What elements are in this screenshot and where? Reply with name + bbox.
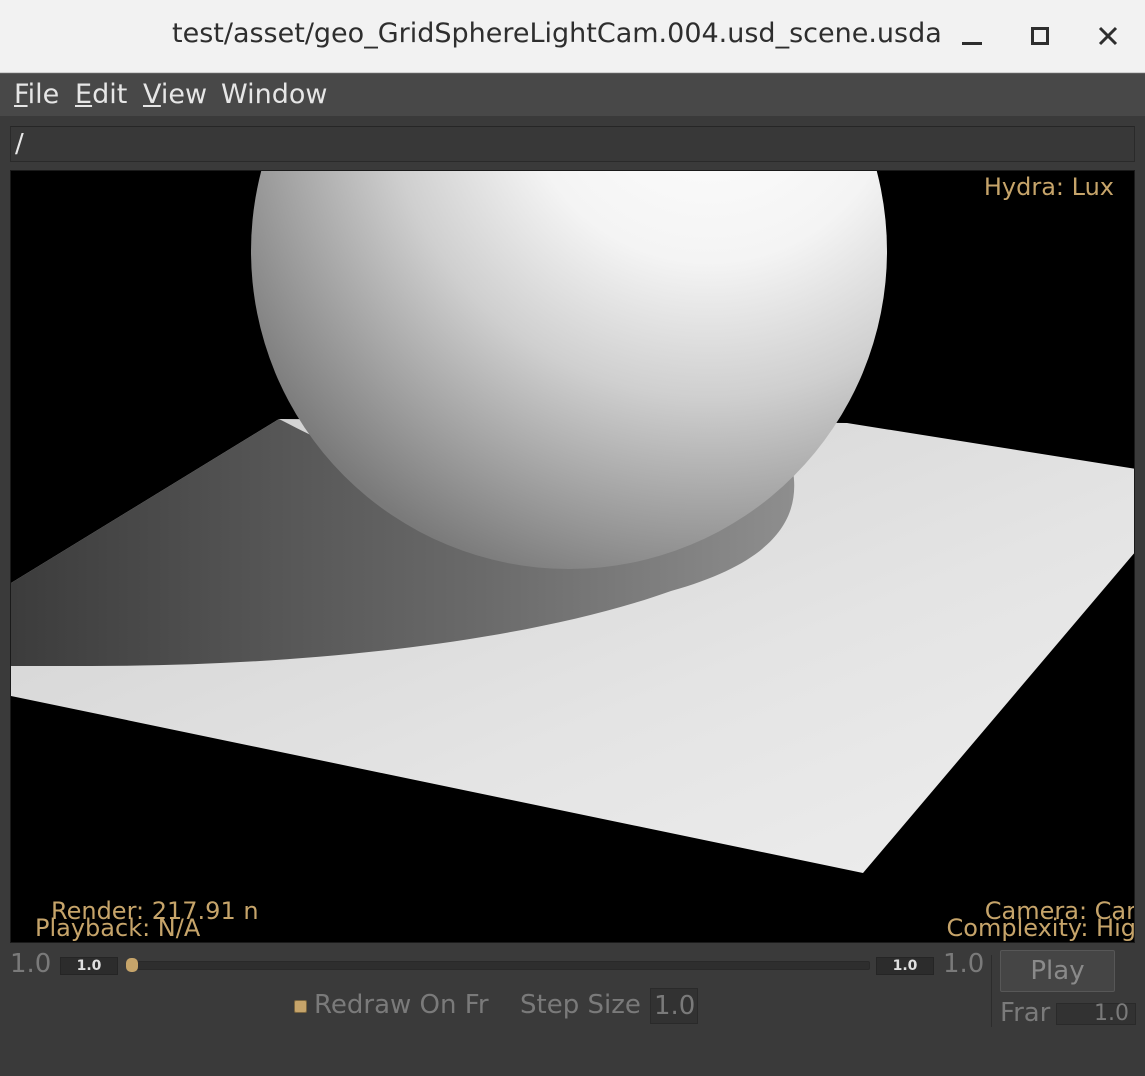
window-title: test/asset/geo_GridSphereLightCam.004.us… xyxy=(172,18,942,49)
prim-path-value: / xyxy=(15,129,24,159)
hud-renderer: Hydra: Lux xyxy=(983,173,1114,201)
menu-file-label: ile xyxy=(27,79,60,110)
hud-complexity: Complexity: Hig xyxy=(946,914,1135,942)
menu-edit-mnemonic: E xyxy=(75,79,93,110)
play-button[interactable]: Play xyxy=(1000,950,1115,992)
timeline-end-field[interactable]: 1.0 xyxy=(876,957,934,975)
redraw-on-frame-label: Redraw On Fr xyxy=(314,990,489,1020)
maximize-button[interactable] xyxy=(1020,16,1060,56)
menu-edit[interactable]: Edit xyxy=(75,79,127,110)
menu-window[interactable]: Window xyxy=(221,79,327,110)
timeline-start-field[interactable]: 1.0 xyxy=(60,957,118,975)
timeline-end-value: 1.0 xyxy=(943,949,985,979)
panel-divider xyxy=(991,955,992,1027)
prim-path-field[interactable]: / xyxy=(10,126,1135,162)
frame-label: Frar xyxy=(1000,998,1051,1028)
menu-edit-label: dit xyxy=(92,79,128,110)
hud-playback: Playback: N/A xyxy=(35,914,201,942)
close-button[interactable] xyxy=(1088,16,1128,56)
minimize-icon xyxy=(962,42,982,45)
menu-view-mnemonic: V xyxy=(143,79,161,110)
menu-file[interactable]: File xyxy=(14,79,59,110)
redraw-on-frame-checkbox[interactable] xyxy=(294,1000,307,1013)
frame-field[interactable]: 1.0 xyxy=(1056,1003,1136,1025)
menu-view[interactable]: View xyxy=(143,79,207,110)
menu-view-label: iew xyxy=(160,79,208,110)
close-icon xyxy=(1098,26,1118,46)
window-titlebar[interactable]: test/asset/geo_GridSphereLightCam.004.us… xyxy=(0,0,1145,73)
viewport-render xyxy=(11,171,1134,873)
step-size-field[interactable]: 1.0 xyxy=(650,988,698,1024)
menubar: File Edit View Window xyxy=(0,73,1145,116)
minimize-button[interactable] xyxy=(952,16,992,56)
timeline-slider-track[interactable] xyxy=(128,961,870,970)
menu-file-mnemonic: F xyxy=(14,79,28,110)
menu-window-label: Window xyxy=(221,79,328,110)
timeline-slider-handle[interactable] xyxy=(126,958,138,972)
stage-viewport[interactable]: Hydra: Lux Render: 217.91 n Playback: N/… xyxy=(10,170,1135,943)
timeline-start-value: 1.0 xyxy=(10,949,52,979)
maximize-icon xyxy=(1031,27,1049,45)
step-size-label: Step Size xyxy=(520,990,641,1020)
